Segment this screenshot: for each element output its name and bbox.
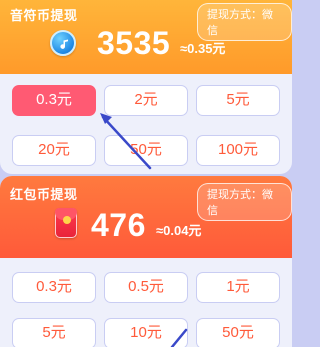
pointer-arrow-icon xyxy=(100,113,188,347)
